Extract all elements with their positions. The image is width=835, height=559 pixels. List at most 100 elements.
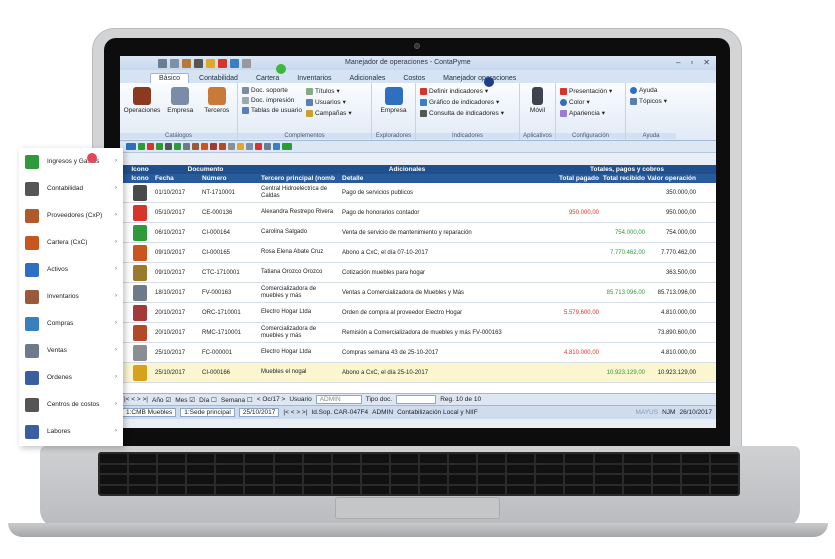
tab-adicionales[interactable]: Adicionales (342, 74, 394, 83)
chart-icon[interactable] (218, 58, 227, 68)
folder-icon[interactable] (237, 143, 244, 150)
table-row[interactable]: 18/10/2017 FV-000163 Comercializadora de m… (120, 283, 716, 303)
minimize-icon[interactable]: – (676, 58, 680, 67)
tab-contabilidad[interactable]: Contabilidad (191, 74, 246, 83)
explorador-empresa-button[interactable]: Empresa (376, 85, 411, 138)
empresa-button[interactable]: Empresa (164, 85, 197, 138)
movil-button[interactable]: Móvil (524, 85, 551, 138)
sidebar-item[interactable]: Centros de costos › (19, 391, 123, 418)
col-tercero[interactable]: Tercero principal (nomb (259, 175, 340, 182)
table-row[interactable]: 09/10/2017 CI-000165 Rosa Elena Abate Cruz… (120, 243, 716, 263)
refresh-icon[interactable] (273, 143, 280, 150)
col-fecha[interactable]: Fecha (152, 175, 200, 182)
usuario-field[interactable]: ADMIN (315, 395, 362, 404)
col-total-recibido[interactable]: Total recibido (601, 175, 647, 182)
spreadsheet-icon[interactable] (282, 143, 292, 150)
presentacion-button[interactable]: Presentación ▾ (560, 87, 612, 95)
dia-filter[interactable]: Día ☐ (199, 396, 217, 404)
wallet-icon[interactable] (201, 143, 208, 150)
refresh-icon[interactable] (230, 58, 239, 68)
add-icon[interactable] (126, 143, 136, 150)
apariencia-button[interactable]: Apariencia ▾ (560, 109, 612, 117)
terceros-button[interactable]: Terceros (201, 85, 234, 138)
definir-label: Definir indicadores (429, 87, 483, 95)
sidebar-item[interactable]: Compras › (19, 310, 123, 337)
table-row[interactable]: ▸25/10/2017CI-000166Muebles el nogalAbon… (120, 363, 716, 383)
sidebar-item[interactable]: Inventarios › (19, 283, 123, 310)
sidebar-item[interactable]: Ingresos y Gastos › (19, 148, 123, 175)
grafico-indicadores-button[interactable]: Gráfico de indicadores ▾ (420, 98, 504, 106)
maximize-icon[interactable]: ▫ (690, 58, 693, 67)
operaciones-button[interactable]: Operaciones (124, 85, 160, 138)
nav-prev-icon[interactable]: |< < > >| (124, 396, 148, 403)
col-valor[interactable]: Valor operación (647, 175, 699, 182)
dollar-icon[interactable] (147, 143, 154, 150)
balance-icon[interactable] (165, 143, 172, 150)
tab-manejador[interactable]: Manejador operaciones (435, 74, 524, 83)
fecha-select[interactable]: 25/10/2017 (238, 408, 280, 417)
keyboard-key (332, 475, 360, 484)
folder-icon[interactable] (206, 58, 215, 68)
sidebar-item[interactable]: Contabilidad › (19, 175, 123, 202)
chart-icon[interactable] (255, 143, 262, 150)
sidebar-item[interactable]: Ventas › (19, 337, 123, 364)
col-detalle[interactable]: Detalle (340, 175, 555, 182)
tablas-usuario-button[interactable]: Tablas de usuario (242, 107, 302, 114)
keyboard-key (536, 485, 564, 494)
sidebar-item[interactable]: Ordenes › (19, 364, 123, 391)
definir-indicadores-button[interactable]: Definir indicadores ▾ (420, 87, 504, 95)
table-row[interactable]: 20/10/2017 ORC-1710001 Electro Hogar Ltda O… (120, 303, 716, 323)
print-icon[interactable] (170, 58, 179, 68)
table-row[interactable]: 09/10/2017 CTC-1710001 Tatiana Orozco Oroz… (120, 263, 716, 283)
cart-icon[interactable] (228, 143, 235, 150)
table-row[interactable]: 20/10/2017 RMC-1710001 Comercializadora de… (120, 323, 716, 343)
box-icon[interactable] (192, 143, 199, 150)
sidebar-item[interactable]: Activos › (19, 256, 123, 283)
document-icon[interactable] (246, 143, 253, 150)
topicos-button[interactable]: Tópicos ▾ (630, 97, 667, 105)
sidebar-item[interactable]: Proveedores (CxP) › (19, 202, 123, 229)
doc-impresion-button[interactable]: Doc. impresión (242, 97, 302, 104)
print-icon[interactable] (264, 143, 271, 150)
save-icon[interactable] (158, 58, 167, 68)
dollar-icon[interactable] (174, 143, 181, 150)
lock-icon[interactable] (242, 58, 251, 68)
tab-basico[interactable]: Básico (150, 73, 190, 83)
people-icon[interactable] (182, 58, 191, 68)
tab-costos[interactable]: Costos (395, 74, 433, 83)
tab-inventarios[interactable]: Inventarios (289, 74, 339, 83)
tab-cartera[interactable]: Cartera (248, 74, 287, 83)
titulos-button[interactable]: Títulos ▾ (305, 87, 352, 95)
order-icon[interactable] (210, 143, 217, 150)
tipo-field[interactable] (396, 395, 437, 404)
color-button[interactable]: Color ▾ (560, 98, 612, 106)
campanas-button[interactable]: Campañas ▾ (305, 109, 352, 117)
truck-icon[interactable] (219, 143, 226, 150)
invoice-icon[interactable] (183, 143, 190, 150)
semana-filter[interactable]: Semana ☐ (221, 396, 253, 404)
table-row[interactable]: 01/10/2017 NT-1710001 Central Hidroeléctri… (120, 183, 716, 203)
table-row[interactable]: 06/10/2017 CI-000164 Carolina Salgado Venta… (120, 223, 716, 243)
consulta-indicadores-button[interactable]: Consulta de indicadores ▾ (420, 109, 504, 117)
mes-filter[interactable]: Mes ☑ (175, 396, 195, 404)
sede-select[interactable]: 1:Sede principal (180, 408, 235, 417)
dollar-icon[interactable] (156, 143, 163, 150)
dollar-icon[interactable] (138, 143, 145, 150)
col-icono[interactable]: Icono (128, 175, 152, 182)
sidebar-item[interactable]: Labores › (19, 418, 123, 445)
doc-soporte-button[interactable]: Doc. soporte (242, 87, 302, 94)
close-icon[interactable]: ✕ (703, 58, 710, 67)
cell-valor: 754.000,00 (665, 229, 696, 236)
usuarios-button[interactable]: Usuarios ▾ (305, 98, 352, 106)
table-row[interactable]: 25/10/2017 FC-000001 Electro Hogar Ltda Com… (120, 343, 716, 363)
empresa-select[interactable]: 1:CMB Muebles (122, 408, 177, 417)
date-nav-icon[interactable]: |< < > >| (283, 409, 307, 416)
col-numero[interactable]: Número (200, 175, 259, 182)
balance-icon[interactable] (194, 58, 203, 68)
ano-filter[interactable]: Año ☑ (152, 396, 171, 404)
sidebar-item[interactable]: Cartera (CxC) › (19, 229, 123, 256)
ayuda-button[interactable]: Ayuda (630, 87, 667, 94)
periodo-field[interactable]: < Oc/17 > (257, 396, 286, 403)
col-total-pagado[interactable]: Total pagado (555, 175, 601, 182)
table-row[interactable]: 05/10/2017 CE-000136 Alexandra Restrepo Ri… (120, 203, 716, 223)
